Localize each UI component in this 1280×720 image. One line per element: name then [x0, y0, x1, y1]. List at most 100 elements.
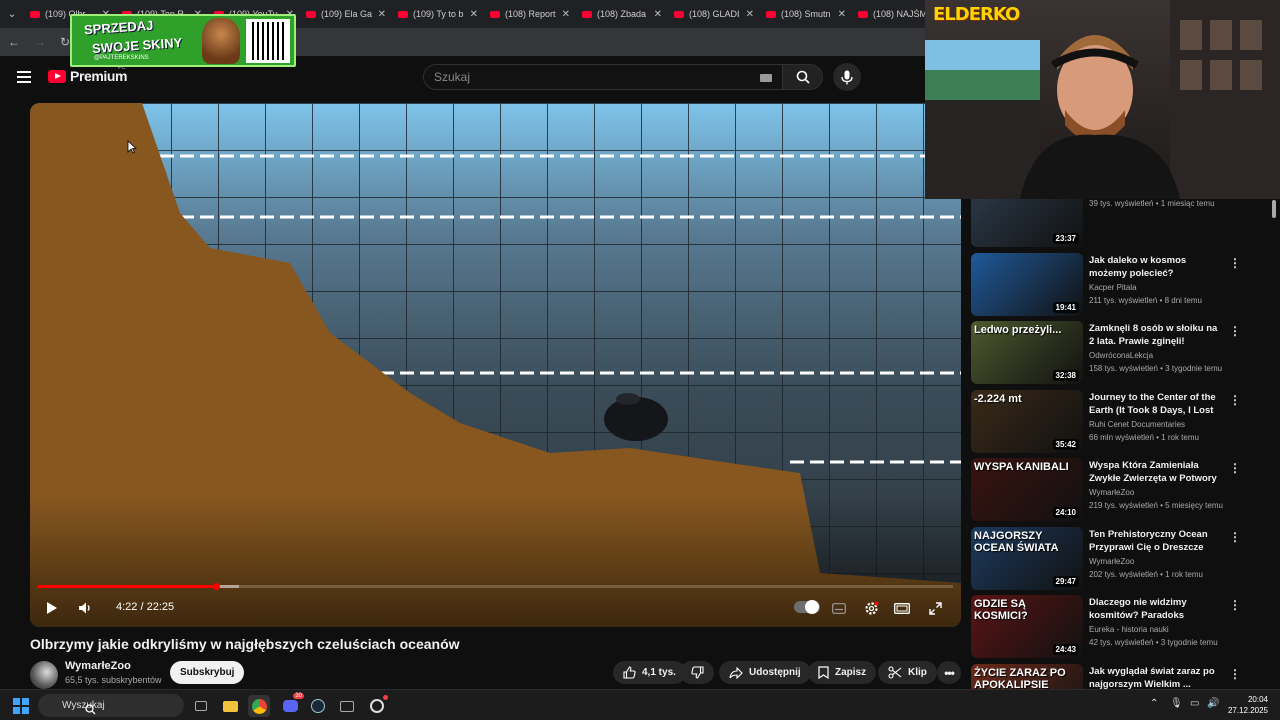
browser-tab[interactable]: (109) Ela Ga ✕ [300, 0, 392, 28]
recommendation-item[interactable]: 19:41 Jak daleko w kosmos możemy polecieć… [971, 252, 1271, 317]
file-explorer-icon[interactable] [219, 695, 241, 717]
recommendation-item[interactable]: Ledwo przeżyli... 32:38 Zamknęli 8 osób w … [971, 321, 1271, 385]
close-tab-icon[interactable]: ✕ [746, 9, 754, 20]
youtube-logo[interactable]: Premium PL [48, 65, 128, 84]
video-duration: 23:37 [1052, 233, 1079, 244]
tab-title: (108) Smutn [781, 9, 831, 19]
recommendation-item[interactable]: 23:37WymarłeZoo39 tys. wyświetleń • 1 mi… [971, 199, 1271, 248]
recommendation-meta: 39 tys. wyświetleń • 1 miesiąc temu [1089, 199, 1215, 208]
video-thumbnail[interactable]: -2.224 mt 35:42 [971, 389, 1083, 453]
tray-chevron-up-icon[interactable]: ⌃ [1150, 698, 1158, 709]
more-vertical-icon[interactable]: ⋮ [1229, 530, 1241, 544]
browser-tab[interactable]: (108) Report ✕ [484, 0, 576, 28]
menu-icon[interactable] [17, 71, 31, 83]
start-windows-icon[interactable] [13, 698, 29, 714]
recommendation-title[interactable]: Jak wyglądał świat zaraz po najgorszym W… [1089, 665, 1221, 690]
tab-search-chevron-icon[interactable]: ⌄ [0, 0, 24, 28]
recommendation-channel[interactable]: OdwróconaLekcja [1089, 351, 1153, 360]
subscribe-button[interactable]: Subskrybuj [170, 661, 245, 684]
video-thumbnail[interactable]: GDZIE SĄ KOSMICI? 24:43 [971, 595, 1083, 658]
recommendation-channel[interactable]: WymarłeZoo [1089, 488, 1134, 497]
video-thumbnail[interactable]: 23:37 [971, 199, 1083, 247]
video-player[interactable]: 4:22 / 22:25 [30, 103, 961, 627]
close-tab-icon[interactable]: ✕ [838, 9, 846, 20]
video-duration: 29:47 [1052, 575, 1079, 587]
video-duration: 19:41 [1052, 301, 1079, 313]
recommendation-item[interactable]: WYSPA KANIBALI 24:10 Wyspa Która Zamieniał… [971, 458, 1271, 522]
more-vertical-icon[interactable]: ⋮ [1229, 324, 1241, 338]
more-vertical-icon[interactable]: ⋮ [1229, 393, 1241, 407]
close-tab-icon[interactable]: ✕ [654, 9, 662, 20]
browser-tab[interactable]: (108) Zbada ✕ [576, 0, 668, 28]
more-vertical-icon[interactable]: ⋮ [1229, 667, 1241, 681]
clip-button[interactable]: Klip [878, 661, 937, 684]
taskbar-search-box[interactable]: Wyszukaj [38, 694, 184, 717]
scrollbar-thumb[interactable] [1272, 200, 1276, 218]
forward-icon[interactable]: → [34, 35, 46, 49]
share-button[interactable]: Udostępnij [719, 661, 811, 684]
browser-tab[interactable]: (109) Ty to b ✕ [392, 0, 484, 28]
close-tab-icon[interactable]: ✕ [470, 9, 478, 20]
recommendation-title[interactable]: Dlaczego nie widzimy kosmitów? Paradoks … [1089, 596, 1221, 622]
save-button[interactable]: Zapisz [808, 661, 877, 684]
windows-taskbar: Wyszukaj 30 ⌃ 🎙 ▭ 🔊 20:04 27.12.2025 [0, 689, 1280, 720]
back-icon[interactable]: ← [8, 35, 20, 49]
video-thumbnail[interactable]: ŻYCIE ZARAZ PO APOKALIPSIE [971, 663, 1083, 689]
recommendation-channel[interactable]: WymarłeZoo [1089, 557, 1134, 566]
steam-icon[interactable] [307, 695, 329, 717]
browser-tab[interactable]: (108) Smutn ✕ [760, 0, 852, 28]
recommendation-title[interactable]: Journey to the Center of the Earth (It T… [1089, 391, 1221, 417]
tray-microphone-icon[interactable]: 🎙 [1170, 698, 1183, 709]
more-vertical-icon[interactable]: ⋮ [1229, 256, 1241, 270]
play-button[interactable] [44, 597, 60, 619]
recommendation-channel[interactable]: Kacper Pitala [1089, 283, 1137, 292]
search-input[interactable]: Szukaj [423, 64, 783, 90]
keyboard-icon[interactable] [760, 74, 772, 82]
close-tab-icon[interactable]: ✕ [378, 9, 386, 20]
youtube-play-logo-icon [48, 69, 66, 83]
recommendation-title[interactable]: Zamknęli 8 osób w słoiku na 2 lata. Praw… [1089, 322, 1221, 348]
thumbnail-text: GDZIE SĄ KOSMICI? [974, 598, 1028, 623]
subtitles-button[interactable] [830, 597, 848, 619]
recommendation-title[interactable]: Ten Prehistoryczny Ocean Przyprawi Cię o… [1089, 528, 1221, 554]
video-thumbnail[interactable]: 19:41 [971, 252, 1083, 316]
recommendation-item[interactable]: ŻYCIE ZARAZ PO APOKALIPSIE Jak wyglądał ś… [971, 663, 1271, 690]
search-button[interactable] [783, 64, 823, 90]
mute-button[interactable] [76, 597, 94, 619]
discord-icon[interactable]: 30 [279, 693, 304, 717]
fullscreen-icon [928, 601, 942, 615]
close-tab-icon[interactable]: ✕ [562, 9, 570, 20]
like-button[interactable]: 4,1 tys. [613, 661, 686, 684]
more-vertical-icon[interactable]: ⋮ [1229, 598, 1241, 612]
chrome-icon[interactable] [248, 695, 270, 717]
fullscreen-button[interactable] [926, 597, 944, 619]
like-count: 4,1 tys. [642, 667, 676, 678]
settings-button[interactable] [862, 597, 880, 619]
recommendation-channel[interactable]: Eureka - historia nauki [1089, 625, 1169, 634]
recommendation-title[interactable]: Jak daleko w kosmos możemy polecieć? [1089, 254, 1221, 280]
recommendation-item[interactable]: -2.224 mt 35:42 Journey to the Center of t… [971, 389, 1271, 454]
recommendation-item[interactable]: GDZIE SĄ KOSMICI? 24:43 Dlaczego nie widzi… [971, 595, 1271, 659]
reload-icon[interactable]: ↻ [60, 35, 70, 49]
task-view-icon[interactable] [190, 695, 212, 717]
more-actions-button[interactable]: ••• [937, 661, 961, 684]
theater-mode-button[interactable] [893, 597, 911, 619]
autoplay-toggle[interactable] [794, 600, 820, 614]
video-thumbnail[interactable]: WYSPA KANIBALI 24:10 [971, 458, 1083, 521]
dislike-button[interactable] [680, 661, 714, 684]
recommendation-item[interactable]: NAJGORSZY OCEAN ŚWIATA 29:47 Ten Prehistor… [971, 526, 1271, 591]
channel-avatar[interactable] [30, 661, 58, 689]
taskbar-clock[interactable]: 20:04 27.12.2025 [1226, 694, 1268, 716]
video-thumbnail[interactable]: NAJGORSZY OCEAN ŚWIATA 29:47 [971, 526, 1083, 590]
tray-network-icon[interactable]: ▭ [1190, 698, 1199, 709]
tray-volume-icon[interactable]: 🔊 [1207, 698, 1219, 709]
video-thumbnail[interactable]: Ledwo przeżyli... 32:38 [971, 321, 1083, 384]
browser-tab[interactable]: (108) GLADI ✕ [668, 0, 760, 28]
voice-search-button[interactable] [833, 63, 861, 91]
channel-name[interactable]: WymarłeZoo [65, 660, 131, 672]
recommendation-title[interactable]: Wyspa Która Zamieniała Zwykłe Zwierzęta … [1089, 459, 1221, 485]
more-vertical-icon[interactable]: ⋮ [1229, 461, 1241, 475]
obs-icon[interactable] [366, 695, 388, 717]
recommendation-channel[interactable]: Ruhi Cenet Documentaries [1089, 420, 1185, 429]
xbox-icon[interactable] [336, 695, 358, 717]
